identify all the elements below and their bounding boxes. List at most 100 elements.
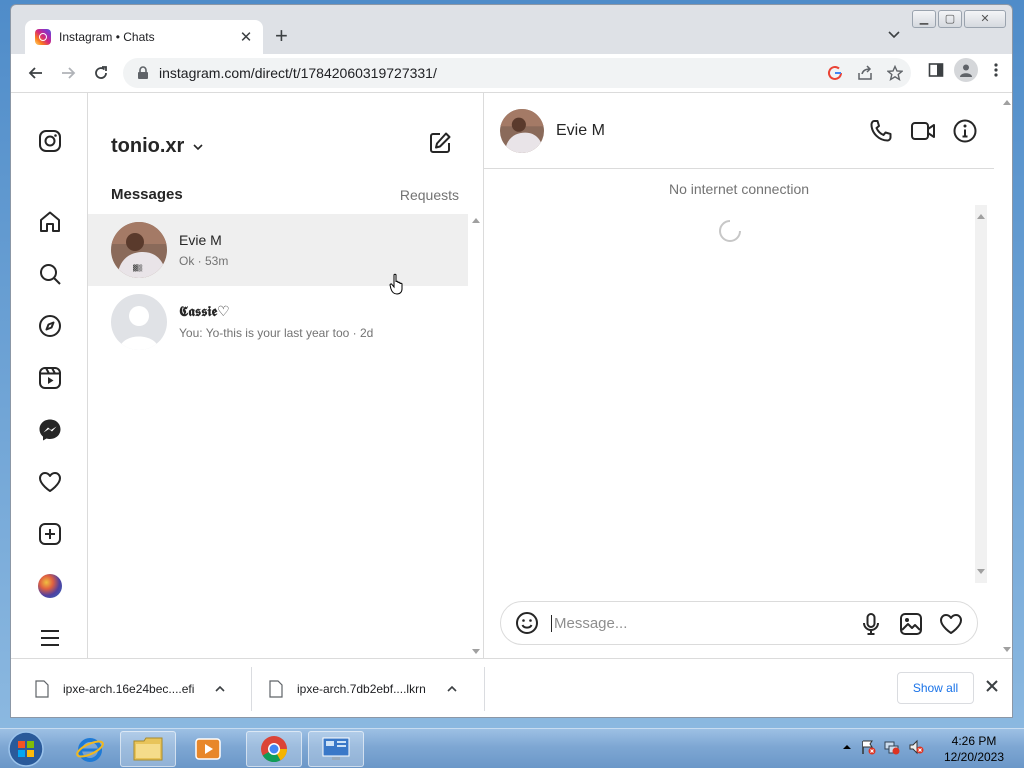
- back-arrow-icon: [28, 67, 42, 79]
- messages-heading: Messages: [111, 186, 183, 203]
- svg-text:▓▒: ▓▒: [133, 264, 143, 272]
- phone-call-icon[interactable]: [868, 118, 894, 144]
- window-controls: ▁ ▢ ✕: [912, 10, 1006, 28]
- download-item[interactable]: ipxe-arch.7db2ebf....lkrn: [269, 671, 484, 707]
- download-separator: [484, 667, 485, 711]
- chevron-up-icon[interactable]: [446, 683, 458, 695]
- google-lens-icon[interactable]: [827, 65, 843, 81]
- home-icon[interactable]: [37, 209, 63, 235]
- thread-preview: Ok · 53m: [179, 254, 229, 268]
- requests-link[interactable]: Requests: [400, 187, 459, 203]
- kebab-menu-icon[interactable]: [988, 62, 1004, 78]
- tab-title: Instagram • Chats: [59, 30, 155, 44]
- inbox-panel: tonio.xr Messages Requests ▓▒ Evie M Ok …: [88, 93, 484, 658]
- search-icon[interactable]: [37, 261, 63, 287]
- instagram-icon[interactable]: [37, 128, 63, 154]
- taskbar-chrome[interactable]: [246, 731, 302, 767]
- person-icon: [960, 64, 972, 77]
- default-avatar-icon: [111, 294, 167, 350]
- connection-status: No internet connection: [668, 181, 810, 197]
- taskbar: 4:26 PM 12/20/2023: [0, 728, 1024, 768]
- video-call-icon[interactable]: [910, 118, 936, 144]
- network-icon[interactable]: [884, 739, 900, 755]
- taskbar-file-explorer[interactable]: [120, 731, 176, 767]
- browser-toolbar: instagram.com/direct/t/17842060319727331…: [11, 54, 1012, 92]
- image-upload-icon[interactable]: [899, 612, 923, 636]
- emoji-icon[interactable]: [515, 611, 539, 635]
- omnibox-actions: [827, 65, 903, 81]
- share-icon[interactable]: [857, 65, 873, 81]
- media-player-icon: [195, 738, 221, 760]
- forward-arrow-icon: [62, 67, 76, 79]
- taskbar-media-player[interactable]: [180, 731, 236, 767]
- minimize-button[interactable]: ▁: [912, 10, 936, 28]
- thread-item[interactable]: ▓▒ Evie M Ok · 53m: [88, 214, 468, 286]
- message-input[interactable]: [551, 614, 831, 632]
- system-tray: [842, 739, 924, 755]
- browser-window: ▁ ▢ ✕ Instagram • Chats ✕ + instagram.co…: [10, 4, 1013, 718]
- downloads-bar: ipxe-arch.16e24bec....efi ipxe-arch.7db2…: [11, 658, 1012, 717]
- reload-button[interactable]: [86, 58, 116, 88]
- back-button[interactable]: [21, 58, 51, 88]
- messenger-icon[interactable]: [37, 417, 63, 443]
- tab-search-chevron-icon[interactable]: [887, 27, 901, 41]
- chat-scrollbar[interactable]: [974, 205, 988, 583]
- file-icon: [35, 680, 49, 698]
- bookmark-star-icon[interactable]: [887, 65, 903, 81]
- forward-button[interactable]: [53, 58, 83, 88]
- conversation-info-icon[interactable]: [952, 118, 978, 144]
- page-scrollbar[interactable]: [1000, 93, 1012, 658]
- more-menu-icon[interactable]: [37, 625, 63, 651]
- microphone-icon[interactable]: [859, 612, 883, 636]
- volume-muted-icon[interactable]: [908, 739, 924, 755]
- clock-date: 12/20/2023: [943, 750, 1005, 764]
- address-bar[interactable]: instagram.com/direct/t/17842060319727331…: [123, 58, 911, 88]
- url-text: instagram.com/direct/t/17842060319727331…: [159, 65, 437, 81]
- create-icon[interactable]: [37, 521, 63, 547]
- chrome-icon: [261, 736, 288, 763]
- loading-spinner-icon: [719, 220, 741, 242]
- taskbar-internet-explorer[interactable]: [62, 731, 118, 767]
- download-filename: ipxe-arch.7db2ebf....lkrn: [297, 682, 426, 696]
- tab-close-icon[interactable]: ✕: [237, 28, 255, 46]
- new-message-button[interactable]: [428, 131, 452, 160]
- notifications-icon[interactable]: [37, 469, 63, 495]
- taskbar-control-panel[interactable]: [308, 731, 364, 767]
- action-center-flag-icon[interactable]: [860, 739, 876, 755]
- close-downloads-icon[interactable]: [985, 679, 999, 693]
- show-all-downloads-button[interactable]: Show all: [897, 672, 974, 704]
- toolbar-right: [928, 58, 1004, 82]
- reload-icon: [95, 66, 107, 79]
- reels-icon[interactable]: [37, 365, 63, 391]
- download-item[interactable]: ipxe-arch.16e24bec....efi: [35, 671, 245, 707]
- thread-item[interactable]: 𝕮𝖆𝖘𝖘𝖎𝖊♡ You: Yo-this is your last year t…: [88, 286, 468, 358]
- control-panel-icon: [322, 737, 350, 760]
- window-close-button[interactable]: ✕: [964, 10, 1006, 28]
- download-separator: [251, 667, 252, 711]
- chat-contact-name[interactable]: Evie M: [556, 122, 605, 140]
- chevron-up-icon[interactable]: [214, 683, 226, 695]
- chat-avatar[interactable]: [500, 108, 544, 153]
- thread-avatar: [111, 294, 167, 350]
- hand-cursor-icon: [389, 273, 403, 295]
- account-username: tonio.xr: [111, 135, 185, 157]
- chat-panel: Evie M No internet connection: [484, 93, 1012, 658]
- nav-rail: [11, 93, 88, 658]
- browser-tab[interactable]: Instagram • Chats ✕: [25, 20, 263, 54]
- taskbar-clock[interactable]: 4:26 PM 12/20/2023: [936, 733, 1012, 765]
- inbox-scrollbar[interactable]: [469, 213, 483, 658]
- explore-icon[interactable]: [37, 313, 63, 339]
- tray-expand-icon[interactable]: [842, 742, 852, 752]
- side-panel-icon[interactable]: [928, 62, 944, 78]
- profile-avatar-button[interactable]: [954, 58, 978, 82]
- maximize-button[interactable]: ▢: [938, 10, 962, 28]
- compose-icon: [430, 132, 451, 153]
- account-switcher[interactable]: tonio.xr: [111, 135, 204, 158]
- chevron-down-icon: [193, 143, 203, 150]
- start-button[interactable]: [4, 730, 48, 768]
- new-tab-button[interactable]: +: [275, 25, 288, 47]
- profile-avatar[interactable]: [37, 573, 63, 599]
- lock-icon: [138, 66, 148, 79]
- thread-preview: You: Yo-this is your last year too · 2d: [179, 326, 374, 340]
- like-heart-icon[interactable]: [939, 612, 963, 636]
